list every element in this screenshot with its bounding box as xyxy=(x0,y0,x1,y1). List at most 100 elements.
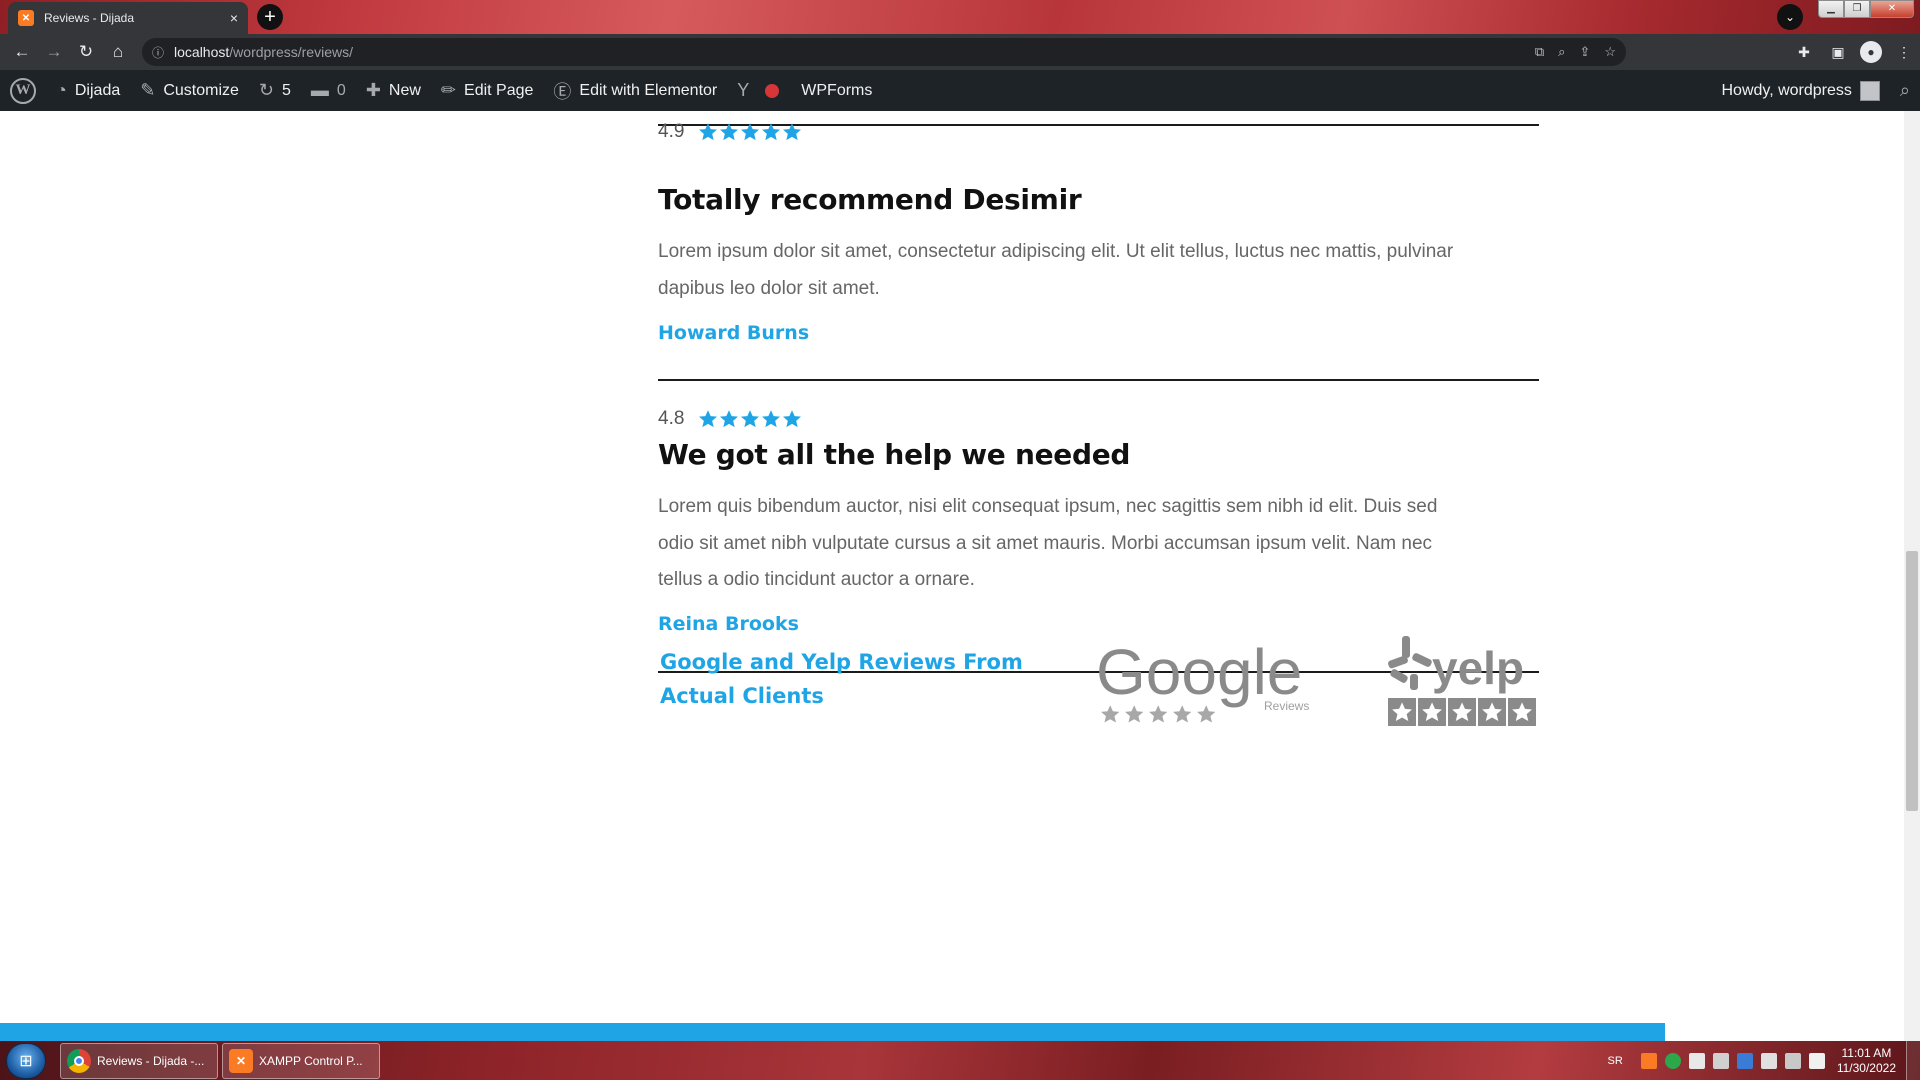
share-icon[interactable]: ⇪ xyxy=(1579,44,1590,60)
page-scrollbar[interactable] xyxy=(1904,111,1920,1041)
maximize-button[interactable]: ❐ xyxy=(1844,0,1870,18)
home-icon[interactable]: ⌂ xyxy=(102,36,134,68)
wp-logo-menu[interactable]: W xyxy=(0,70,46,111)
star-icon xyxy=(720,410,739,428)
dashboard-icon: ◔ xyxy=(56,80,67,100)
star-rating xyxy=(698,122,802,142)
system-tray: SR 11:01 AM 11/30/2022 xyxy=(1608,1041,1920,1080)
display-tray-icon[interactable] xyxy=(1784,1052,1801,1069)
rating-value: 4.9 xyxy=(658,121,685,142)
site-name-menu[interactable]: ◔ Dijada xyxy=(46,70,130,111)
url-host: localhost xyxy=(174,44,230,60)
review-title: Totally recommend Desimir xyxy=(658,183,1082,216)
updates-icon: ↻ xyxy=(258,80,274,100)
pencil-icon: ✏ xyxy=(440,80,457,100)
review-rating: 4.9 xyxy=(658,121,802,143)
star-icon xyxy=(699,123,718,141)
network-tray-icon[interactable] xyxy=(1688,1052,1705,1069)
my-account-menu[interactable]: Howdy, wordpress xyxy=(1711,70,1889,111)
bookmark-star-icon[interactable]: ☆ xyxy=(1604,44,1616,60)
show-desktop-button[interactable] xyxy=(1906,1041,1920,1080)
review-body: Lorem ipsum dolor sit amet, consectetur … xyxy=(658,241,1454,299)
updates-link[interactable]: ↻ 5 xyxy=(249,70,301,111)
windows-taskbar: ⊞ Reviews - Dijada -... ✕ XAMPP Control … xyxy=(0,1041,1920,1080)
star-icon xyxy=(699,410,718,428)
volume-tray-icon[interactable] xyxy=(1808,1052,1825,1069)
language-indicator[interactable]: SR xyxy=(1608,1055,1623,1067)
customize-link[interactable]: ✎ Customize xyxy=(130,70,249,111)
edit-page-label: Edit Page xyxy=(464,81,534,99)
new-tab-button[interactable]: + xyxy=(257,4,283,30)
edit-elementor-link[interactable]: Ⓔ Edit with Elementor xyxy=(543,70,727,111)
start-button[interactable]: ⊞ xyxy=(6,1043,46,1079)
minimize-button[interactable]: ▁ xyxy=(1818,0,1844,18)
extensions-icon[interactable]: ✚ xyxy=(1792,38,1816,66)
tab-search-icon[interactable]: ⌄ xyxy=(1777,4,1803,30)
star-icon xyxy=(762,123,781,141)
back-icon[interactable]: ← xyxy=(6,36,38,68)
tab-title: Reviews - Dijada xyxy=(44,11,135,25)
clock-date: 11/30/2022 xyxy=(1836,1060,1896,1075)
new-content-menu[interactable]: ✚ New xyxy=(356,70,431,111)
browser-tab-reviews[interactable]: ✕ Reviews - Dijada × xyxy=(8,2,248,34)
security-tray-icon[interactable] xyxy=(1664,1052,1681,1069)
taskbar-item-xampp[interactable]: ✕ XAMPP Control P... xyxy=(222,1043,380,1079)
browser-toolbar: ← → ↻ ⌂ ⓘ localhost/wordpress/reviews/ ⧉… xyxy=(0,34,1920,70)
reload-icon[interactable]: ↻ xyxy=(70,36,102,68)
window-controls: ▁ ❐ ✕ xyxy=(1818,0,1914,18)
updates-count: 5 xyxy=(282,81,291,99)
edit-page-link[interactable]: ✏ Edit Page xyxy=(431,70,543,111)
star-icon xyxy=(783,123,802,141)
footer-accent-bar xyxy=(0,1023,1665,1041)
site-name: Dijada xyxy=(74,81,121,99)
bluetooth-tray-icon[interactable] xyxy=(1736,1052,1753,1069)
seo-status-dot-icon xyxy=(765,83,780,98)
clock-time: 11:01 AM xyxy=(1841,1045,1892,1060)
address-bar[interactable]: ⓘ localhost/wordpress/reviews/ ⧉ ⌕ ⇪ ☆ xyxy=(142,38,1626,66)
google-logo-text: Google xyxy=(1096,636,1302,708)
taskbar-item-chrome[interactable]: Reviews - Dijada -... xyxy=(60,1043,218,1079)
side-panel-icon[interactable]: ▣ xyxy=(1826,38,1850,66)
star-icon xyxy=(720,123,739,141)
xampp-favicon-icon: ✕ xyxy=(18,10,34,26)
taskbar-xampp-label: XAMPP Control P... xyxy=(259,1054,363,1068)
yoast-icon: Y xyxy=(737,80,750,100)
edit-elementor-label: Edit with Elementor xyxy=(579,81,718,99)
yelp-reviews-logo: yelp xyxy=(1388,636,1536,726)
comments-link[interactable]: ▬ 0 xyxy=(301,70,356,111)
wpforms-label: WPForms xyxy=(801,81,873,99)
xampp-tray-icon[interactable] xyxy=(1640,1052,1657,1069)
reviews-source-heading: Google and Yelp Reviews From Actual Clie… xyxy=(660,650,1023,708)
review-body: Lorem quis bibendum auctor, nisi elit co… xyxy=(658,496,1438,590)
wpforms-menu[interactable]: WPForms xyxy=(791,70,882,111)
scrollbar-thumb[interactable] xyxy=(1906,551,1918,811)
google-logo-sub: Reviews xyxy=(1264,699,1309,713)
chrome-menu-icon[interactable]: ⋮ xyxy=(1892,38,1916,66)
comments-count: 0 xyxy=(336,81,346,99)
star-icon xyxy=(783,410,802,428)
profile-icon[interactable]: ● xyxy=(1860,41,1882,63)
site-info-icon[interactable]: ⓘ xyxy=(152,44,164,61)
customize-label: Customize xyxy=(163,81,239,99)
star-icon xyxy=(762,410,781,428)
system-clock[interactable]: 11:01 AM 11/30/2022 xyxy=(1837,1046,1896,1076)
review-title: We got all the help we needed xyxy=(658,438,1131,471)
flag-tray-icon[interactable] xyxy=(1760,1052,1777,1069)
comment-icon: ▬ xyxy=(310,80,329,100)
url-path: /wordpress/reviews/ xyxy=(229,44,353,60)
admin-search[interactable]: ⌕ xyxy=(1890,70,1920,111)
tab-close-icon[interactable]: × xyxy=(230,10,238,26)
howdy-label: Howdy, wordpress xyxy=(1721,81,1852,99)
translate-icon[interactable]: ⧉ xyxy=(1535,44,1544,60)
zoom-icon[interactable]: ⌕ xyxy=(1558,44,1565,60)
google-reviews-logo: Google Reviews xyxy=(1096,636,1309,723)
close-window-button[interactable]: ✕ xyxy=(1870,0,1914,18)
usb-tray-icon[interactable] xyxy=(1712,1052,1729,1069)
review-author: Reina Brooks xyxy=(658,613,799,635)
star-icon xyxy=(741,123,760,141)
forward-icon[interactable]: → xyxy=(38,36,70,68)
plus-icon: ✚ xyxy=(365,80,381,100)
xampp-icon: ✕ xyxy=(229,1049,253,1073)
rating-value: 4.8 xyxy=(658,408,685,429)
yoast-menu[interactable]: Y xyxy=(727,70,791,111)
